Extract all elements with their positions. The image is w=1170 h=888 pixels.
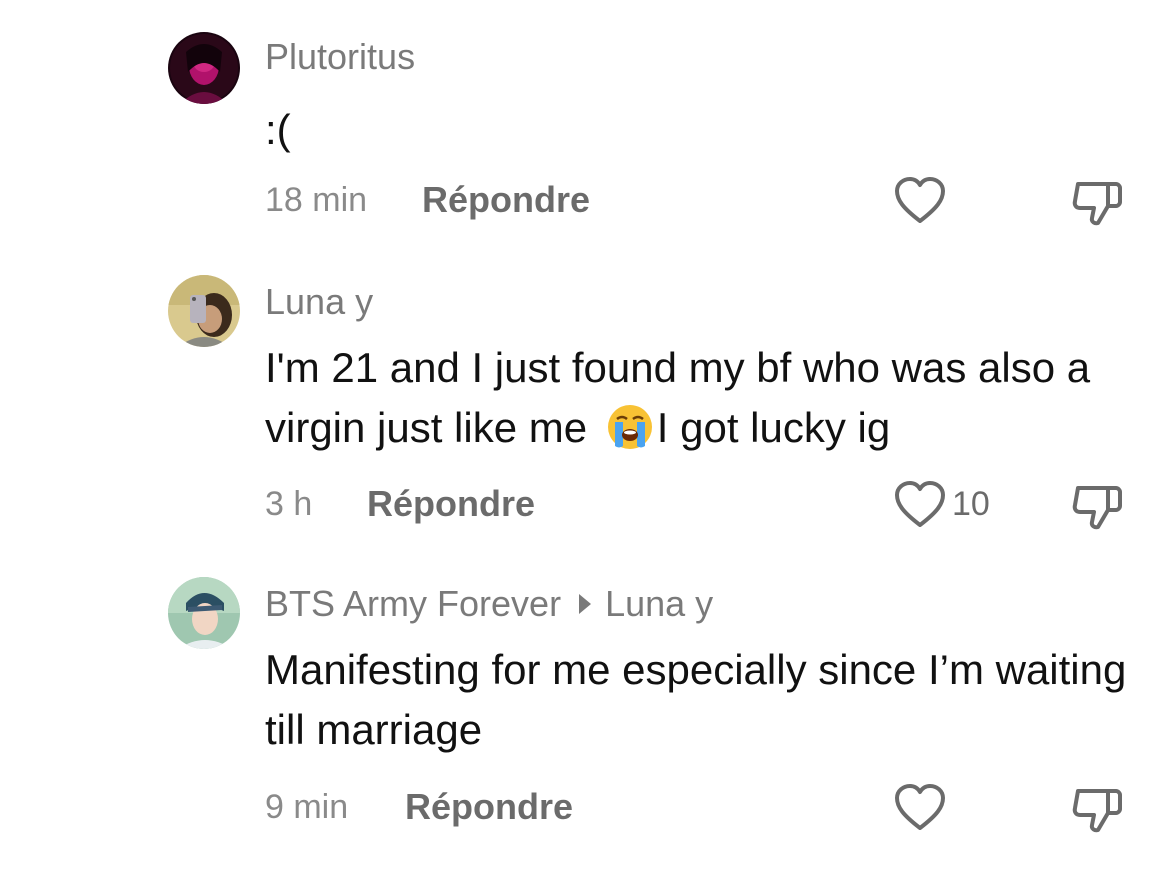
comment-text-part: I got lucky ig xyxy=(656,404,891,451)
reply-button[interactable]: Répondre xyxy=(367,484,535,524)
avatar-image xyxy=(168,32,240,104)
thumbs-down-outline-icon[interactable] xyxy=(1070,178,1124,228)
comment-text: Manifesting for me especially since I’m … xyxy=(265,646,1127,753)
reply-button[interactable]: Répondre xyxy=(405,787,573,827)
reply-to-username[interactable]: Luna y xyxy=(605,583,713,624)
comment-username[interactable]: Luna y xyxy=(265,280,373,324)
user-avatar[interactable] xyxy=(168,32,240,104)
avatar-image xyxy=(168,275,240,347)
comment-text: :( xyxy=(265,106,291,153)
heart-outline-icon[interactable] xyxy=(893,176,947,226)
like-count: 10 xyxy=(952,485,990,523)
thumbs-down-outline-icon[interactable] xyxy=(1070,785,1124,835)
reply-button[interactable]: Répondre xyxy=(422,180,590,220)
avatar-image xyxy=(168,577,240,649)
comment-username: BTS Army Forever Luna y xyxy=(265,582,713,626)
comment-timestamp: 3 h xyxy=(265,485,313,523)
user-avatar[interactable] xyxy=(168,275,240,347)
heart-outline-icon[interactable] xyxy=(893,480,947,530)
comment-timestamp: 9 min xyxy=(265,788,349,826)
thumbs-down-outline-icon[interactable] xyxy=(1070,482,1124,532)
reply-arrow-icon xyxy=(579,594,592,614)
comment-username-link[interactable]: BTS Army Forever xyxy=(265,583,561,624)
loudly-crying-face-icon xyxy=(605,402,655,452)
comment-timestamp: 18 min xyxy=(265,181,368,219)
user-avatar[interactable] xyxy=(168,577,240,649)
comment-text: I'm 21 and I just found my bf who was al… xyxy=(265,338,1135,458)
comment-username[interactable]: Plutoritus xyxy=(265,35,415,79)
heart-outline-icon[interactable] xyxy=(893,783,947,833)
